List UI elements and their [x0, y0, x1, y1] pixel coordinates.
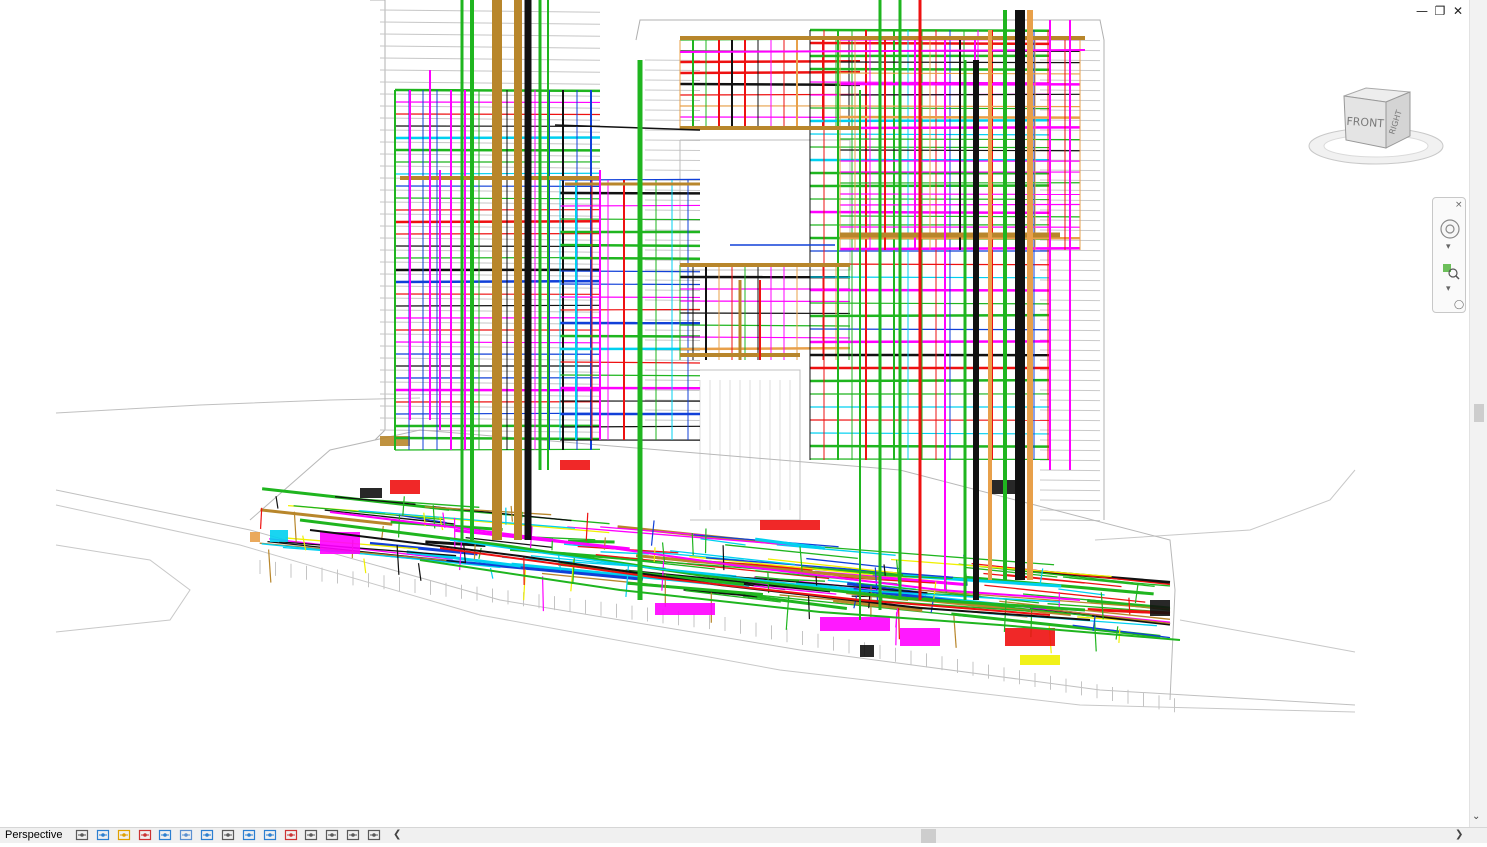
visual-style-icon[interactable]: [117, 829, 131, 842]
scroll-left-arrow-icon[interactable]: ❮: [393, 829, 401, 840]
vertical-scrollbar[interactable]: ⌄: [1469, 0, 1487, 827]
3d-view-canvas[interactable]: — ❐ ✕ FRONT RIGHT × ▾ ▾ ◯: [0, 0, 1469, 827]
navigation-bar: × ▾ ▾ ◯: [1432, 197, 1466, 313]
view-control-bar: Perspective ❮ ❯: [0, 827, 1487, 843]
scale-icon[interactable]: [75, 829, 89, 842]
close-icon[interactable]: ×: [1455, 200, 1463, 210]
scrollbar-thumb[interactable]: [1474, 404, 1484, 422]
detail-level-icon[interactable]: [96, 829, 110, 842]
view-name-label: Perspective: [5, 829, 62, 841]
temporary-view-properties-icon[interactable]: [304, 829, 318, 842]
render-icon[interactable]: [179, 829, 193, 842]
minimize-icon[interactable]: —: [1414, 4, 1430, 18]
horizontal-scrollbar[interactable]: ❮ ❯: [393, 829, 1469, 843]
scroll-down-arrow-icon[interactable]: ⌄: [1472, 811, 1480, 822]
temporary-hide-isolate-icon[interactable]: [263, 829, 277, 842]
scroll-right-arrow-icon[interactable]: ❯: [1455, 829, 1463, 840]
analytical-model-icon[interactable]: [346, 829, 360, 842]
options-icon[interactable]: ◯: [1454, 300, 1464, 310]
zoom-region-icon[interactable]: [1441, 262, 1461, 280]
crop-view-icon[interactable]: [200, 829, 214, 842]
reveal-hidden-elements-icon[interactable]: [284, 829, 298, 842]
service-risers: [410, 0, 1070, 620]
viewcube[interactable]: FRONT RIGHT: [1304, 84, 1446, 170]
highlight-displacement-icon[interactable]: [367, 829, 381, 842]
chevron-down-icon[interactable]: ▾: [1446, 242, 1451, 252]
worksharing-display-icon[interactable]: [325, 829, 339, 842]
steering-wheel-icon[interactable]: [1439, 218, 1461, 240]
restore-icon[interactable]: ❐: [1432, 4, 1448, 18]
viewcube-front-label[interactable]: FRONT: [1346, 115, 1385, 131]
show-crop-region-icon[interactable]: [221, 829, 235, 842]
scrollbar-thumb[interactable]: [921, 829, 936, 843]
chevron-down-icon[interactable]: ▾: [1446, 284, 1451, 294]
shadows-icon[interactable]: [158, 829, 172, 842]
close-icon[interactable]: ✕: [1450, 4, 1466, 18]
bim-model-render[interactable]: [0, 0, 1469, 827]
unlock-3d-view-icon[interactable]: [242, 829, 256, 842]
sun-path-icon[interactable]: [138, 829, 152, 842]
